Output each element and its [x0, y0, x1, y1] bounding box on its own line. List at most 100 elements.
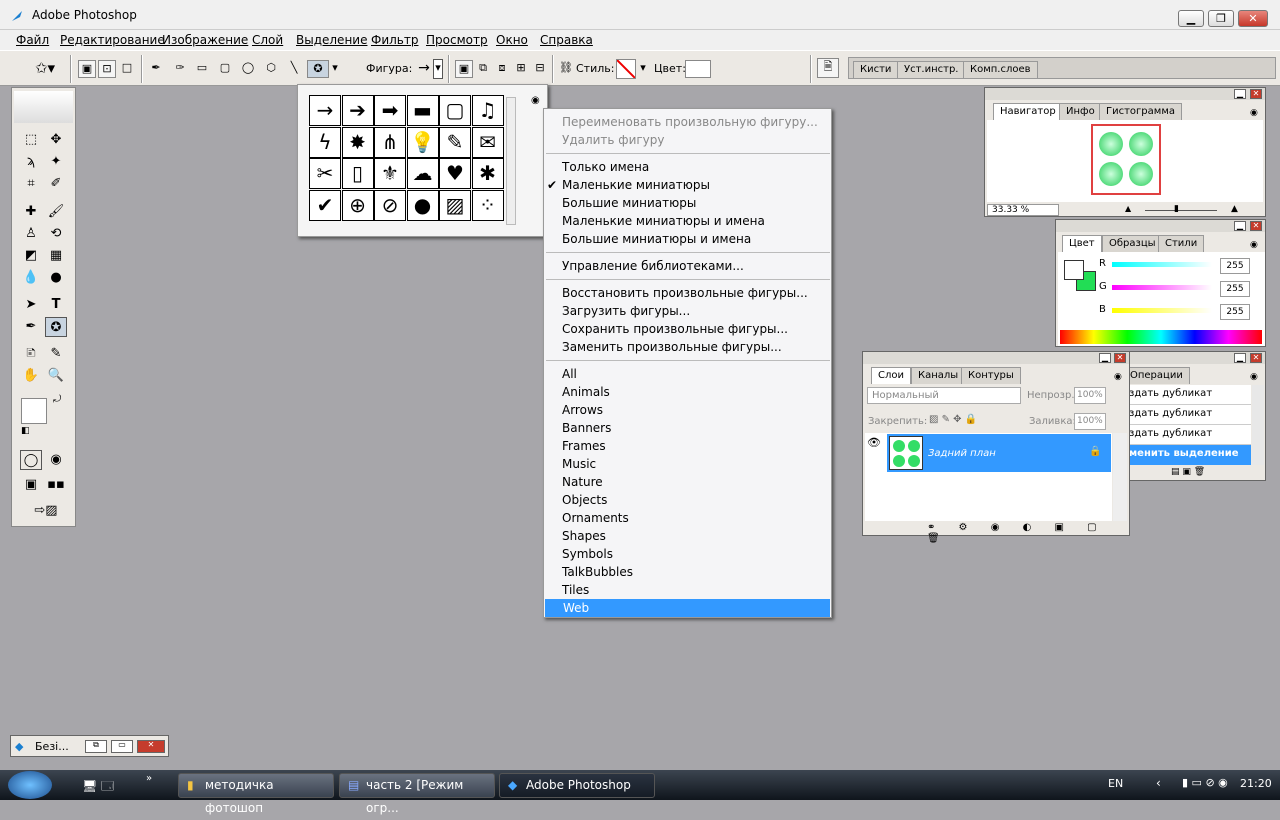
panel-minimize-button[interactable]: ▁ [1234, 89, 1246, 99]
geometry-options-arrow[interactable]: ▾ [330, 60, 340, 78]
menu-item[interactable]: Удалить фигуру [544, 131, 831, 149]
channel-r-slider[interactable] [1112, 262, 1212, 267]
layers-scrollbar[interactable] [1113, 433, 1127, 521]
tab-paths[interactable]: Контуры [961, 367, 1021, 384]
shape-frame-icon[interactable]: ▢ [439, 95, 471, 126]
menu-item[interactable]: Большие миниатюры [544, 194, 831, 212]
shape-no-sign-icon[interactable]: ⊘ [374, 189, 406, 221]
menu-item[interactable]: Большие миниатюры и имена [544, 230, 831, 248]
well-tab-tool-presets[interactable]: Уст.инстр. [897, 61, 966, 78]
shape-picker-scrollbar[interactable] [506, 97, 516, 225]
tab-swatches[interactable]: Образцы [1102, 235, 1163, 252]
magic-wand-icon[interactable]: ✦ [45, 152, 67, 172]
custom-shape-icon[interactable]: ✪ [307, 60, 329, 78]
shape-pin-icon[interactable]: ✎ [439, 126, 471, 158]
rounded-rect-icon[interactable]: ▢ [216, 60, 234, 78]
link-style-icon[interactable]: ⛓ [557, 60, 575, 78]
screen-mode-standard-icon[interactable]: ▣ [20, 475, 42, 495]
brush-tool-icon[interactable]: 🖌 [45, 202, 67, 222]
standard-mode-icon[interactable]: ◯ [20, 450, 42, 470]
quicklaunch-icons[interactable]: 🖥 🗔 [82, 777, 114, 798]
menu-item[interactable]: Frames [544, 437, 831, 455]
blur-tool-icon[interactable]: 💧 [20, 268, 42, 288]
tab-actions[interactable]: Операции [1123, 367, 1190, 384]
channel-r-value[interactable]: 255 [1220, 258, 1250, 274]
menu-item[interactable]: Ornaments [544, 509, 831, 527]
minimize-button[interactable]: ▁ [1178, 10, 1204, 27]
shape-music-note-icon[interactable]: ♫ [471, 95, 504, 126]
tab-color[interactable]: Цвет [1062, 235, 1102, 252]
paths-button[interactable]: ⊡ [98, 60, 116, 78]
channel-b-value[interactable]: 255 [1220, 304, 1250, 320]
swap-colors-icon[interactable]: ⤾ [53, 394, 61, 405]
menu-item[interactable]: Web [545, 599, 830, 617]
history-brush-icon[interactable]: ⟲ [45, 224, 67, 244]
tab-histogram[interactable]: Гистограмма [1099, 103, 1182, 120]
menu-item[interactable]: Переименовать произвольную фигуру... [544, 113, 831, 131]
panel-menu-button[interactable]: ◉ [1250, 372, 1258, 382]
intersect-area-mode[interactable]: ⊞ [512, 60, 530, 78]
gradient-tool-icon[interactable]: ▦ [45, 246, 67, 266]
menu-item[interactable]: Маленькие миниатюры ✔ [544, 176, 831, 194]
tab-info[interactable]: Инфо [1059, 103, 1102, 120]
taskbar-button-word[interactable]: ▤ часть 2 [Режим огр... [339, 773, 495, 815]
clone-stamp-icon[interactable]: ♙ [20, 224, 42, 244]
shape-lightbulb-icon[interactable]: 💡 [406, 126, 439, 158]
menu-item[interactable]: Восстановить произвольные фигуры... [544, 284, 831, 302]
lock-icons[interactable]: ▨ ✎ ✥ 🔒 [929, 414, 977, 425]
tab-styles[interactable]: Стили [1158, 235, 1205, 252]
shape-checkmark-icon[interactable]: ✔ [309, 189, 341, 221]
fill-field[interactable]: 100% [1074, 413, 1106, 430]
zoom-slider[interactable] [1145, 210, 1217, 211]
shape-banner-icon[interactable]: ▬ [406, 95, 439, 126]
panel-minimize-button[interactable]: ▁ [1234, 221, 1246, 231]
channel-g-value[interactable]: 255 [1220, 281, 1250, 297]
style-dropdown-arrow[interactable]: ▾ [638, 60, 648, 78]
hand-tool-icon[interactable]: ✋ [20, 366, 42, 386]
zoom-slider-thumb[interactable]: ▮ [1174, 204, 1179, 214]
menu-filter[interactable]: Фильтр [371, 33, 418, 47]
zoom-out-icon[interactable]: ▲ [1125, 204, 1131, 213]
line-icon[interactable]: ╲ [285, 60, 303, 78]
shape-hatched-square-icon[interactable]: ▨ [439, 189, 471, 221]
menu-file[interactable]: Файл [16, 33, 49, 47]
eraser-tool-icon[interactable]: ◩ [20, 246, 42, 266]
menu-item[interactable]: Music [544, 455, 831, 473]
quicklaunch-overflow[interactable]: » [146, 773, 152, 784]
color-spectrum-bar[interactable] [1060, 330, 1262, 344]
menu-layer[interactable]: Слой [252, 33, 283, 47]
close-button[interactable]: ✕ [1238, 10, 1268, 27]
layers-footer-icons[interactable]: ⚭ ⚙ ◉ ◐ ▣ ▢ 🗑 [927, 522, 1129, 544]
menu-item[interactable]: Shapes [544, 527, 831, 545]
menu-item[interactable]: All [544, 365, 831, 383]
doc-close-button[interactable]: ✕ [137, 740, 165, 753]
taskbar-button-photoshop[interactable]: ◆ Adobe Photoshop [499, 773, 655, 798]
panel-close-button[interactable]: ✕ [1250, 89, 1262, 99]
shape-starburst-icon[interactable]: ✸ [341, 126, 374, 158]
marquee-tool-icon[interactable]: ⬚ [20, 130, 42, 150]
file-browser-button[interactable]: 🗎 [817, 58, 839, 78]
menu-image[interactable]: Изображение [162, 33, 248, 47]
restore-button[interactable]: ❐ [1208, 10, 1234, 27]
tab-layers[interactable]: Слои [871, 367, 911, 384]
tool-preset-picker[interactable]: ✩▾ [28, 60, 62, 78]
shape-arrow-bold-icon[interactable]: ➔ [341, 95, 374, 126]
actions-scrollbar[interactable] [1252, 385, 1264, 465]
healing-brush-icon[interactable]: ✚ [20, 202, 42, 222]
notes-tool-icon[interactable]: 🗈 [20, 344, 42, 364]
shape-speech-bubble-icon[interactable]: ● [406, 189, 439, 221]
opacity-field[interactable]: 100% [1074, 387, 1106, 404]
clock[interactable]: 21:20 [1240, 777, 1272, 790]
panel-menu-button[interactable]: ◉ [1114, 372, 1122, 382]
subtract-area-mode[interactable]: ⧈ [493, 60, 511, 78]
minimized-document[interactable]: ◆ Безі... ⧉ ▭ ✕ [10, 735, 169, 757]
doc-maximize-button[interactable]: ▭ [111, 740, 133, 753]
shape-picker-menu-button[interactable]: ◉ [531, 95, 540, 106]
well-tab-brushes[interactable]: Кисти [853, 61, 899, 78]
panel-minimize-button[interactable]: ▁ [1099, 353, 1111, 363]
panel-close-button[interactable]: ✕ [1114, 353, 1126, 363]
layer-name[interactable]: Задний план [928, 448, 996, 459]
tray-icons[interactable]: ▮ ▭ ⊘ ◉ [1182, 776, 1228, 789]
blend-mode-select[interactable]: Нормальный [867, 387, 1021, 404]
panel-close-button[interactable]: ✕ [1250, 221, 1262, 231]
